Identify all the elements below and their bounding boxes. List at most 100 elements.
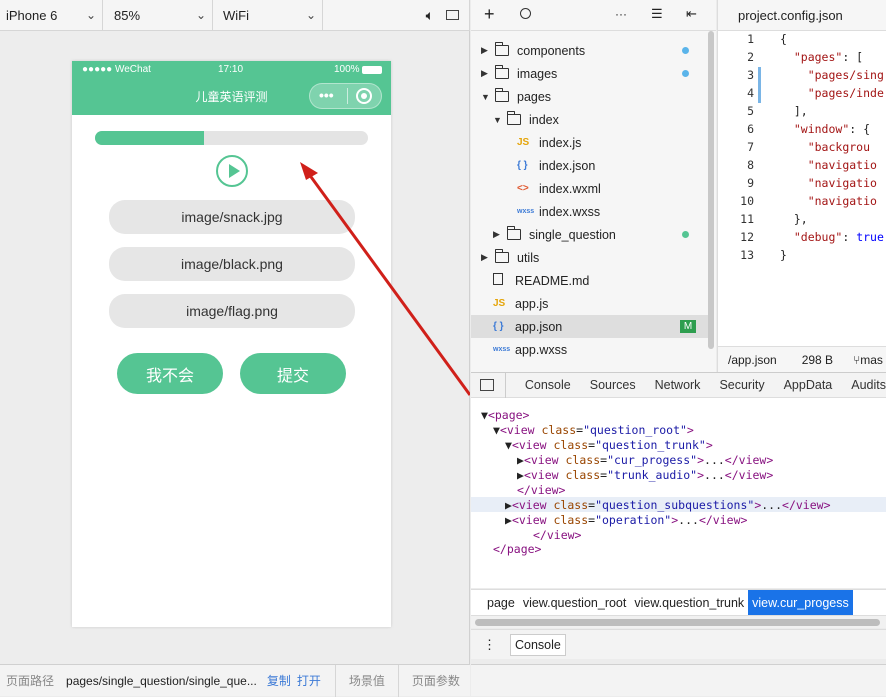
tab-sources[interactable]: Sources [590, 378, 636, 392]
dom-node[interactable]: </page> [493, 542, 541, 557]
tree-item-label: components [517, 43, 586, 58]
branch-icon: ⑂ [853, 352, 861, 367]
folder-icon [507, 226, 521, 240]
line-number: 1 [747, 32, 754, 46]
tab-audits[interactable]: Audits [851, 378, 886, 392]
line-number: 11 [740, 212, 754, 226]
tab-project-config[interactable]: project.config.json [718, 0, 886, 31]
crumb-question-trunk[interactable]: view.question_trunk [630, 590, 748, 616]
code-line[interactable]: { [780, 32, 787, 46]
tree-item-label: index.json [539, 158, 596, 173]
dom-node[interactable]: ▶<view class="question_subquestions">...… [505, 498, 831, 513]
wxml-file-icon: <> [517, 183, 529, 194]
line-number: 5 [747, 104, 754, 118]
code-line[interactable]: "window": { [780, 122, 870, 136]
code-line[interactable]: "pages": [ [780, 50, 863, 64]
status-file: /app.json [728, 352, 777, 367]
folder-icon [495, 88, 509, 102]
drawer-menu-icon[interactable]: ⋮ [483, 637, 496, 653]
dom-node[interactable]: ▼<page> [481, 408, 529, 423]
code-line[interactable]: }, [780, 212, 808, 226]
dom-node[interactable]: ▼<view class="question_root"> [493, 423, 694, 438]
code-line[interactable]: "navigatio [780, 194, 877, 208]
tree-item[interactable]: wxss app.wxss [471, 338, 711, 361]
tree-item[interactable]: JS app.js [471, 292, 711, 315]
devtools-tabbar: Console Sources Network Security AppData… [471, 372, 886, 398]
open-link[interactable]: 打开 [297, 672, 321, 689]
tree-item-label: index [529, 112, 559, 127]
code-line[interactable]: "pages/sing [780, 68, 884, 82]
dom-node[interactable]: ▶<view class="trunk_audio">...</view> [517, 468, 773, 483]
tree-item[interactable]: ▼ index [471, 108, 711, 131]
tab-security[interactable]: Security [719, 378, 764, 392]
page-params-button[interactable]: 页面参数 [412, 672, 460, 689]
code-line[interactable]: "pages/inde [780, 86, 884, 100]
dom-node[interactable]: ▶<view class="operation">...</view> [505, 513, 747, 528]
more-icon[interactable]: ··· [615, 7, 627, 21]
dom-node[interactable]: </view> [533, 528, 581, 543]
scene-value-button[interactable]: 场景值 [349, 672, 385, 689]
json-file-icon: { } [493, 321, 504, 332]
tree-item[interactable]: ▶ utils [471, 246, 711, 269]
tree-item-label: index.js [539, 135, 582, 150]
code-line[interactable]: "navigatio [780, 158, 877, 172]
tree-scrollbar[interactable] [708, 31, 714, 349]
tree-item[interactable]: ▶ single_question [471, 223, 711, 246]
inspect-element-icon[interactable] [480, 379, 494, 391]
expand-icon[interactable]: ▶ [493, 229, 505, 240]
line-number: 3 [747, 68, 754, 82]
tree-item[interactable]: JS index.js [471, 131, 711, 154]
modified-badge: M [680, 320, 696, 333]
collapse-icon[interactable]: ▼ [493, 115, 505, 125]
tree-item[interactable]: README.md [471, 269, 711, 292]
crumb-page[interactable]: page [483, 590, 519, 616]
tree-item[interactable]: ▶ images [471, 62, 711, 85]
collapse-all-icon[interactable]: ☰ [651, 6, 663, 22]
tab-console-drawer[interactable]: Console [510, 633, 566, 656]
code-line[interactable]: "backgrou [780, 140, 870, 154]
element-breadcrumbs: page view.question_root view.question_tr… [471, 589, 886, 616]
code-line[interactable]: "debug": true [780, 230, 884, 244]
collapse-icon[interactable]: ▼ [481, 92, 493, 102]
expand-icon[interactable]: ▶ [481, 45, 493, 56]
copy-link[interactable]: 复制 [267, 672, 291, 689]
page-path-label: 页面路径 [6, 674, 55, 688]
tree-item[interactable]: ▼ pages [471, 85, 711, 108]
line-number: 4 [747, 86, 754, 100]
tree-item[interactable]: { } app.json M [471, 315, 711, 338]
horizontal-scrollbar[interactable] [471, 615, 886, 628]
tree-item-label: single_question [529, 227, 616, 242]
wxss-file-icon: wxss [517, 208, 535, 215]
tab-network[interactable]: Network [655, 378, 701, 392]
tree-item[interactable]: { } index.json [471, 154, 711, 177]
tab-console[interactable]: Console [525, 378, 571, 392]
line-number: 6 [747, 122, 754, 136]
tree-item-label: index.wxml [539, 181, 601, 196]
tree-item-label: README.md [515, 273, 590, 288]
console-drawer: ⋮ Console [471, 629, 886, 659]
expand-icon[interactable]: ▶ [481, 252, 493, 263]
tree-item[interactable]: ▶ components [471, 39, 711, 62]
dom-node[interactable]: </view> [517, 483, 565, 498]
add-file-icon[interactable]: + [484, 4, 495, 25]
tree-item[interactable]: <> index.wxml [471, 177, 711, 200]
tab-appdata[interactable]: AppData [784, 378, 833, 392]
dom-node[interactable]: ▼<view class="question_trunk"> [505, 438, 713, 453]
status-dot [682, 47, 689, 54]
expand-icon[interactable]: ▶ [481, 68, 493, 79]
tree-item-label: app.js [515, 296, 549, 311]
split-view-icon[interactable]: ⇤ [686, 6, 697, 22]
search-icon[interactable] [520, 8, 531, 19]
code-line[interactable]: ], [780, 104, 808, 118]
line-number: 7 [747, 140, 754, 154]
js-file-icon: JS [493, 298, 506, 309]
dom-node[interactable]: ▶<view class="cur_progess">...</view> [517, 453, 773, 468]
simulator-footer: 页面路径 pages/single_question/single_que...… [0, 664, 470, 697]
code-line[interactable]: "navigatio [780, 176, 877, 190]
code-line[interactable]: } [780, 248, 787, 262]
folder-icon [495, 42, 509, 56]
status-dot [682, 70, 689, 77]
crumb-question-root[interactable]: view.question_root [519, 590, 631, 616]
crumb-cur-progess[interactable]: view.cur_progess [748, 589, 853, 616]
tree-item[interactable]: wxss index.wxss [471, 200, 711, 223]
